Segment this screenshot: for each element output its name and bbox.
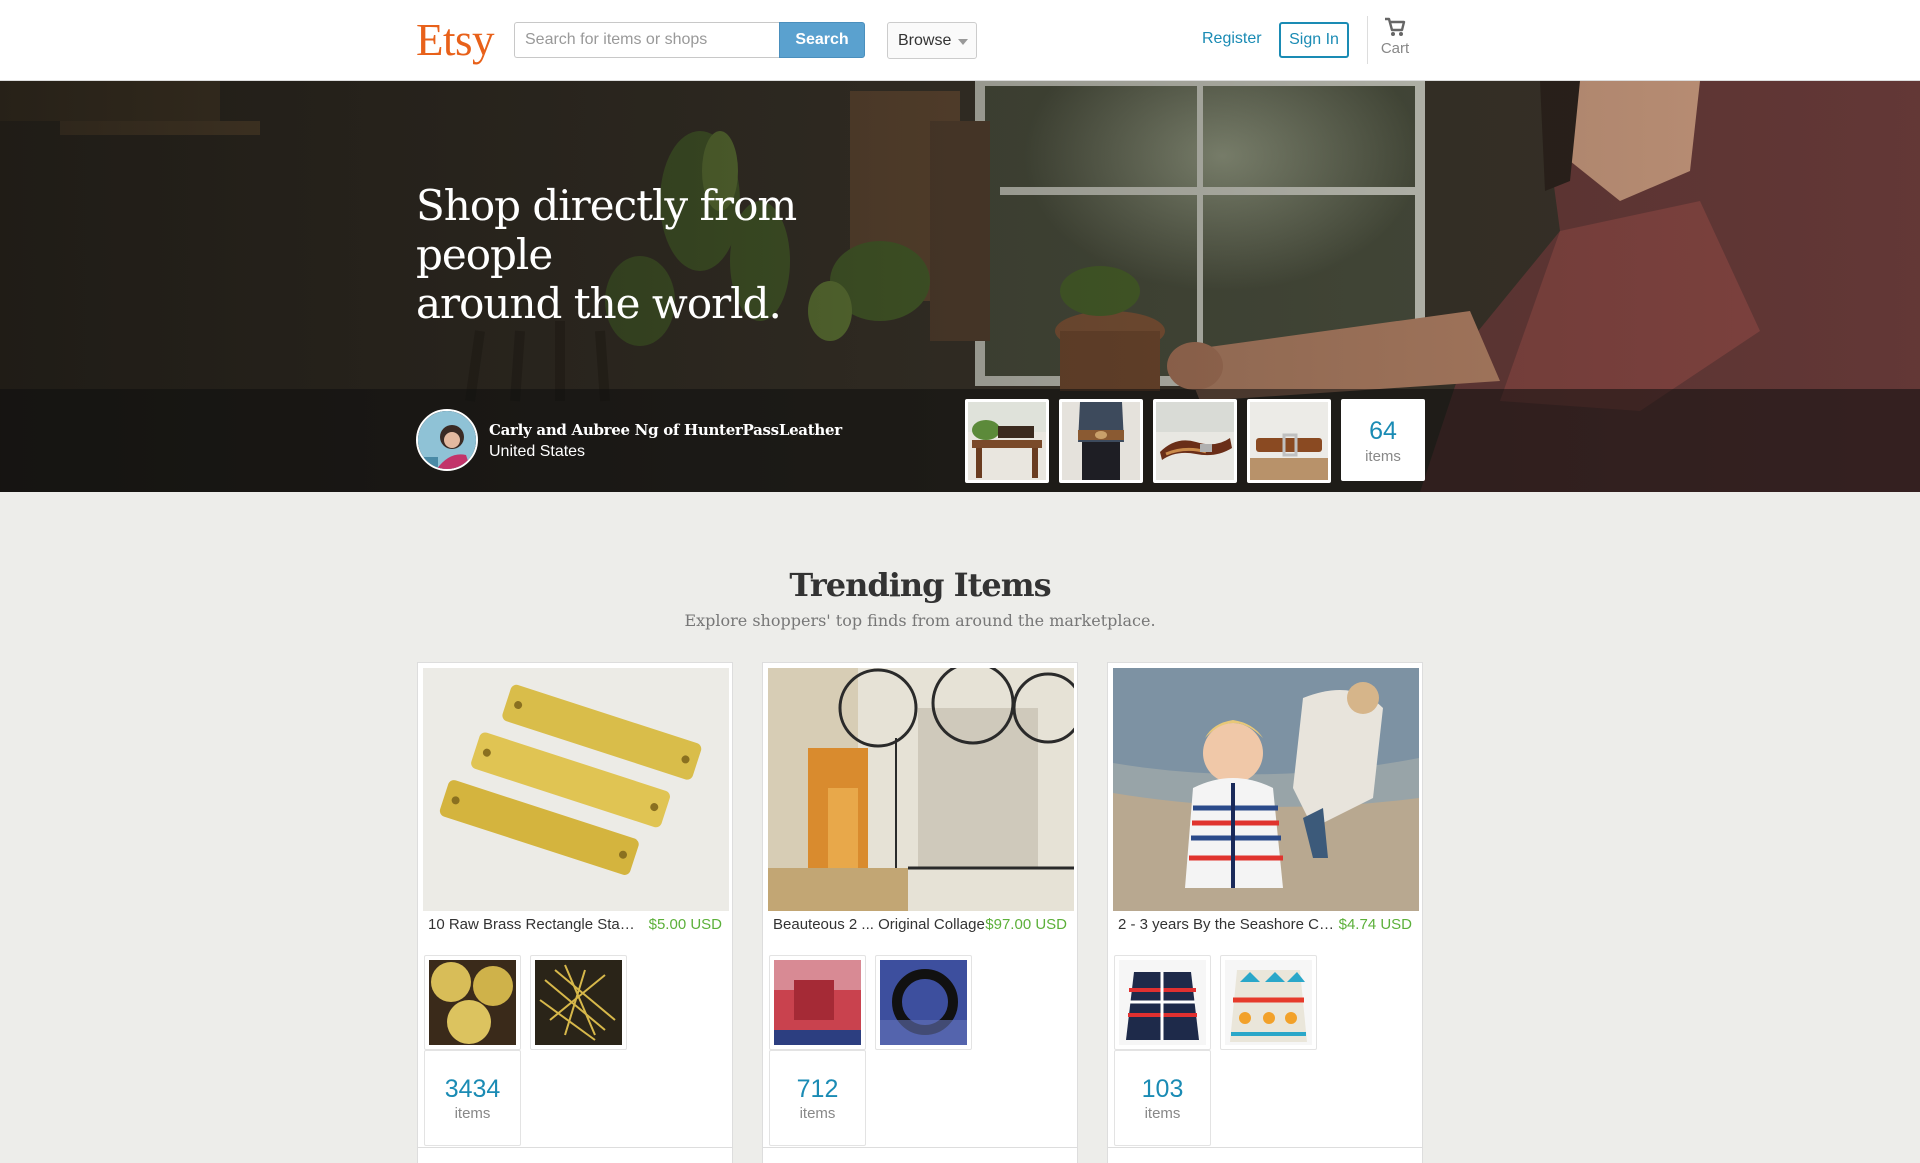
maker-item-thumb[interactable] bbox=[1059, 399, 1143, 483]
related-item-thumb[interactable] bbox=[424, 955, 521, 1050]
caret-down-icon bbox=[958, 39, 968, 45]
card-price: $97.00 USD bbox=[985, 916, 1067, 933]
card-items-number: 3434 bbox=[444, 1075, 501, 1103]
site-header: Etsy Search Browse Register Sign In Cart bbox=[0, 0, 1920, 81]
header-divider bbox=[1367, 16, 1368, 64]
search-input[interactable] bbox=[514, 22, 779, 58]
thumb-image bbox=[968, 402, 1046, 480]
card-title[interactable]: 2 - 3 years By the Seashore Cardigan bbox=[1118, 916, 1336, 933]
trending-card: Beauteous 2 ... Original Collage $97.00 … bbox=[762, 662, 1078, 1163]
collage-art-image bbox=[768, 668, 1074, 911]
card-divider bbox=[418, 1147, 732, 1148]
card-main-image[interactable] bbox=[1113, 668, 1419, 911]
card-divider bbox=[1108, 1147, 1422, 1148]
thumb-image bbox=[1156, 402, 1234, 480]
thumb-image bbox=[1250, 402, 1328, 480]
trending-card: 2 - 3 years By the Seashore Cardigan $4.… bbox=[1107, 662, 1423, 1163]
hero-headline: Shop directly from people around the wor… bbox=[416, 181, 936, 328]
card-items-count[interactable]: 712 items bbox=[769, 1050, 866, 1146]
related-item-thumb[interactable] bbox=[1114, 955, 1211, 1050]
card-items-number: 712 bbox=[796, 1075, 839, 1103]
maker-avatar[interactable] bbox=[416, 409, 478, 471]
hero-headline-line2: around the world. bbox=[416, 279, 782, 328]
maker-name[interactable]: Carly and Aubree Ng of HunterPassLeather bbox=[489, 421, 842, 439]
thumb-image bbox=[1119, 960, 1206, 1045]
hero-banner: Shop directly from people around the wor… bbox=[0, 81, 1920, 492]
card-items-count[interactable]: 103 items bbox=[1114, 1050, 1211, 1146]
child-cardigan-image bbox=[1113, 668, 1419, 911]
brass-blanks-image bbox=[423, 668, 729, 911]
card-title[interactable]: 10 Raw Brass Rectangle Stamping Blanks bbox=[428, 916, 646, 933]
trending-title: Trending Items bbox=[789, 566, 1051, 604]
cart-icon bbox=[1385, 17, 1406, 36]
thumb-image bbox=[1225, 960, 1312, 1045]
card-main-image[interactable] bbox=[423, 668, 729, 911]
thumb-image bbox=[1062, 402, 1140, 480]
browse-label: Browse bbox=[898, 31, 952, 49]
maker-item-thumb[interactable] bbox=[1247, 399, 1331, 483]
etsy-logo[interactable]: Etsy bbox=[416, 14, 495, 66]
register-link[interactable]: Register bbox=[1202, 30, 1262, 48]
featured-maker-bar bbox=[0, 389, 1920, 492]
thumb-image bbox=[774, 960, 861, 1045]
card-price: $4.74 USD bbox=[1338, 916, 1412, 933]
hero-headline-line1: Shop directly from people bbox=[416, 181, 797, 279]
cart-button[interactable]: Cart bbox=[1376, 17, 1414, 57]
card-items-label: items bbox=[454, 1105, 491, 1122]
related-item-thumb[interactable] bbox=[875, 955, 972, 1050]
trending-subtitle: Explore shoppers' top finds from around … bbox=[684, 611, 1156, 630]
card-main-image[interactable] bbox=[768, 668, 1074, 911]
cart-label: Cart bbox=[1380, 40, 1410, 57]
thumb-image bbox=[429, 960, 516, 1045]
card-items-count[interactable]: 3434 items bbox=[424, 1050, 521, 1146]
card-items-label: items bbox=[1144, 1105, 1181, 1122]
card-title[interactable]: Beauteous 2 ... Original Collage bbox=[773, 916, 991, 933]
search-bar: Search bbox=[514, 22, 865, 58]
sign-in-button[interactable]: Sign In bbox=[1279, 22, 1349, 58]
related-item-thumb[interactable] bbox=[1220, 955, 1317, 1050]
search-button[interactable]: Search bbox=[779, 22, 865, 58]
card-divider bbox=[763, 1147, 1077, 1148]
maker-item-thumb[interactable] bbox=[1153, 399, 1237, 483]
browse-dropdown[interactable]: Browse bbox=[887, 22, 977, 59]
maker-items-label: items bbox=[1365, 448, 1401, 465]
maker-items-number: 64 bbox=[1369, 417, 1397, 445]
card-items-number: 103 bbox=[1141, 1075, 1184, 1103]
related-item-thumb[interactable] bbox=[530, 955, 627, 1050]
maker-location: United States bbox=[489, 443, 586, 460]
maker-items-count[interactable]: 64 items bbox=[1341, 399, 1425, 481]
related-item-thumb[interactable] bbox=[769, 955, 866, 1050]
trending-card: 10 Raw Brass Rectangle Stamping Blanks $… bbox=[417, 662, 733, 1163]
thumb-image bbox=[880, 960, 967, 1045]
maker-item-thumb[interactable] bbox=[965, 399, 1049, 483]
card-items-label: items bbox=[799, 1105, 836, 1122]
card-price: $5.00 USD bbox=[648, 916, 722, 933]
thumb-image bbox=[535, 960, 622, 1045]
